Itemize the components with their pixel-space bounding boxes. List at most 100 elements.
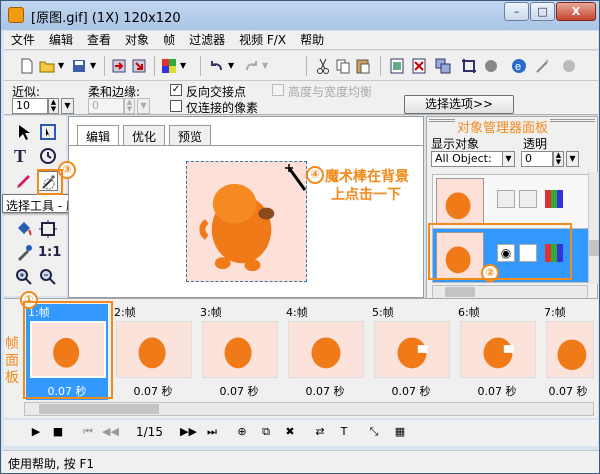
properties-icon[interactable]: ▦ — [392, 424, 408, 440]
play-icon[interactable]: ▶ — [28, 424, 44, 440]
save-dropdown-icon[interactable]: ▼ — [90, 57, 100, 75]
menu-edit[interactable]: 编辑 — [42, 31, 80, 50]
layer-hscrollbar[interactable] — [432, 285, 588, 299]
feather-dropdown-icon[interactable]: ▼ — [137, 98, 150, 114]
text-tool-icon[interactable]: T — [14, 146, 34, 166]
frame-6[interactable]: 6:帧 0.07 秒 — [456, 304, 538, 400]
tab-edit[interactable]: 编辑 — [77, 125, 120, 146]
layer-color-icon[interactable] — [545, 190, 563, 208]
frame-time[interactable]: 0.07 秒 — [112, 383, 194, 399]
tab-preview[interactable]: 预览 — [169, 125, 212, 145]
layer-highlight — [428, 223, 572, 280]
proximity-stepper[interactable]: ▲ ▼ — [48, 98, 59, 114]
frame-time[interactable]: 0.07 秒 — [542, 383, 594, 399]
proximity-dropdown-icon[interactable]: ▼ — [61, 98, 74, 114]
delete-frame-icon[interactable]: ✖ — [282, 424, 298, 440]
effect-icon[interactable] — [482, 57, 500, 75]
layer-row[interactable] — [432, 174, 590, 229]
menu-file[interactable]: 文件 — [4, 31, 42, 50]
menu-frame[interactable]: 帧 — [156, 31, 182, 50]
reverse-icon[interactable]: ⤡ — [366, 424, 382, 440]
frame-3[interactable]: 3:帧 0.07 秒 — [198, 304, 280, 400]
invert-checkbox[interactable]: ✓ — [170, 84, 182, 96]
text-frame-icon[interactable]: T — [336, 424, 352, 440]
new-icon[interactable] — [18, 57, 36, 75]
frame-counter: 1/15 — [136, 425, 163, 439]
magic-wand-icon[interactable] — [534, 57, 552, 75]
rotate-icon[interactable] — [38, 146, 58, 166]
browser-icon[interactable]: e — [510, 57, 528, 75]
pointer-icon[interactable] — [14, 122, 34, 142]
menu-view[interactable]: 查看 — [80, 31, 118, 50]
undo-dropdown-icon[interactable]: ▼ — [228, 57, 238, 75]
menu-object[interactable]: 对象 — [118, 31, 156, 50]
lock-toggle[interactable] — [519, 190, 537, 208]
proximity-input[interactable]: 10 — [12, 98, 48, 114]
menu-video-fx[interactable]: 视频 F/X — [232, 31, 293, 50]
fill-bucket-icon[interactable] — [14, 219, 34, 239]
tab-optimize[interactable]: 优化 — [123, 125, 166, 145]
keep-ratio-checkbox[interactable] — [272, 84, 284, 96]
frame-dup-icon[interactable] — [434, 57, 452, 75]
stop-icon[interactable]: ■ — [50, 424, 66, 440]
select-object-icon[interactable] — [38, 122, 58, 142]
frame-add-icon[interactable] — [388, 57, 406, 75]
paint-brush-icon[interactable] — [14, 171, 34, 191]
prev-frame-icon[interactable]: ◀◀ — [102, 424, 119, 440]
last-frame-icon[interactable]: ⏭ — [204, 424, 220, 440]
menu-help[interactable]: 帮助 — [293, 31, 331, 50]
redo-dropdown-icon[interactable]: ▼ — [262, 57, 272, 75]
frame-hscrollbar[interactable] — [24, 402, 594, 416]
next-frame-icon[interactable]: ▶▶ — [180, 424, 197, 440]
open-icon[interactable] — [38, 57, 56, 75]
frame-label: 3:帧 — [200, 306, 222, 319]
color-dropdown-icon[interactable]: ▼ — [180, 57, 190, 75]
frame-time[interactable]: 0.07 秒 — [284, 383, 366, 399]
connected-checkbox[interactable] — [170, 100, 182, 112]
frame-7[interactable]: 7:帧 0.07 秒 — [542, 304, 594, 400]
frame-2[interactable]: 2:帧 0.07 秒 — [112, 304, 194, 400]
paste-icon[interactable] — [354, 57, 372, 75]
select-options-button[interactable]: 选择选项>> — [404, 95, 514, 114]
feather-stepper[interactable]: ▲ ▼ — [124, 98, 135, 114]
close-button[interactable]: X — [556, 2, 596, 21]
minimize-button[interactable]: – — [504, 2, 529, 21]
alpha-input[interactable]: 0 — [521, 151, 553, 167]
open-dropdown-icon[interactable]: ▼ — [58, 57, 68, 75]
gray-tool-icon[interactable] — [560, 57, 578, 75]
menu-filter[interactable]: 过滤器 — [182, 31, 232, 50]
maximize-button[interactable]: □ — [530, 2, 555, 21]
tween-icon[interactable]: ⇄ — [312, 424, 328, 440]
frame-5[interactable]: 5:帧 0.07 秒 — [370, 304, 452, 400]
zoom-in-icon[interactable] — [14, 267, 34, 287]
frame-4[interactable]: 4:帧 0.07 秒 — [284, 304, 366, 400]
export-icon[interactable] — [130, 57, 148, 75]
copy-icon[interactable] — [334, 57, 352, 75]
visibility-toggle[interactable] — [497, 190, 515, 208]
display-object-dropdown-icon[interactable]: ▼ — [502, 151, 515, 167]
undo-icon[interactable] — [208, 57, 226, 75]
alpha-dropdown-icon[interactable]: ▼ — [566, 151, 579, 167]
eyedropper-icon[interactable] — [14, 243, 34, 263]
resize-icon[interactable] — [38, 219, 58, 239]
crop-icon[interactable] — [460, 57, 478, 75]
frame-remove-icon[interactable] — [410, 57, 428, 75]
actual-size-icon[interactable]: 1:1 — [38, 243, 61, 263]
redo-icon[interactable] — [242, 57, 260, 75]
frame-time[interactable]: 0.07 秒 — [198, 383, 280, 399]
zoom-out-icon[interactable] — [38, 267, 58, 287]
dup-frame-icon[interactable]: ⧉ — [258, 424, 274, 440]
cut-icon[interactable] — [314, 57, 332, 75]
add-frame-icon[interactable]: ⊕ — [234, 424, 250, 440]
frame-time[interactable]: 0.07 秒 — [456, 383, 538, 399]
frame-thumbnail — [288, 321, 364, 378]
first-frame-icon[interactable]: ⏮ — [80, 424, 96, 440]
alpha-stepper[interactable]: ▲ ▼ — [553, 151, 564, 167]
feather-input[interactable]: 0 — [88, 98, 124, 114]
save-icon[interactable] — [70, 57, 88, 75]
color-icon[interactable] — [160, 57, 178, 75]
invert-label: 反向交接点 — [186, 85, 247, 99]
layer-scrollbar[interactable] — [588, 172, 599, 284]
import-icon[interactable] — [110, 57, 128, 75]
frame-time[interactable]: 0.07 秒 — [370, 383, 452, 399]
